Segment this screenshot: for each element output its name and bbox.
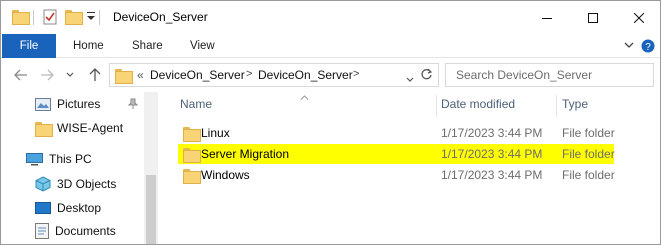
column-divider[interactable] bbox=[556, 95, 557, 117]
new-folder-icon[interactable] bbox=[65, 9, 83, 25]
breadcrumb-separator[interactable]: > bbox=[353, 68, 359, 80]
file-name: Windows bbox=[201, 168, 250, 182]
file-date: 1/17/2023 3:44 PM bbox=[441, 168, 543, 182]
properties-icon[interactable] bbox=[43, 9, 57, 25]
minimize-icon bbox=[542, 17, 552, 19]
file-list: Name Date modified Type Linux 1/17/2023 … bbox=[158, 89, 660, 244]
folder-icon bbox=[115, 69, 133, 85]
sort-ascending-icon bbox=[300, 89, 309, 103]
divider bbox=[99, 10, 100, 25]
column-header-date-modified[interactable]: Date modified bbox=[441, 97, 515, 111]
scrollbar-thumb[interactable] bbox=[146, 175, 156, 244]
file-name: Server Migration bbox=[201, 147, 290, 161]
help-icon[interactable]: ? bbox=[641, 39, 655, 56]
nav-item-label: WISE-Agent bbox=[57, 121, 124, 135]
file-type: File folder bbox=[562, 147, 615, 161]
ribbon: File Home Share View ? bbox=[1, 34, 660, 58]
file-date: 1/17/2023 3:44 PM bbox=[441, 126, 543, 140]
navigation-bar: « DeviceOn_Server > DeviceOn_Server > bbox=[1, 58, 660, 92]
close-button[interactable] bbox=[616, 1, 660, 34]
nav-item-label: Documents bbox=[55, 224, 116, 238]
breadcrumb-item[interactable]: DeviceOn_Server bbox=[150, 68, 245, 82]
address-bar[interactable]: « DeviceOn_Server > DeviceOn_Server > bbox=[109, 63, 439, 87]
breadcrumb-separator[interactable]: > bbox=[246, 68, 252, 80]
chevron-down-icon bbox=[66, 72, 74, 77]
tab-home[interactable]: Home bbox=[73, 34, 104, 58]
nav-item-wise-agent[interactable]: WISE-Agent bbox=[35, 117, 123, 139]
nav-item-pictures[interactable]: Pictures bbox=[35, 93, 100, 115]
svg-text:?: ? bbox=[645, 42, 651, 53]
expand-ribbon-icon[interactable] bbox=[623, 39, 635, 54]
nav-item-label: Desktop bbox=[57, 201, 102, 215]
file-row-linux[interactable]: Linux 1/17/2023 3:44 PM File folder bbox=[178, 123, 615, 143]
nav-item-label: 3D Objects bbox=[57, 177, 117, 191]
folder-icon bbox=[183, 169, 201, 185]
file-name: Linux bbox=[201, 126, 230, 140]
folder-icon bbox=[183, 148, 201, 164]
minimize-button[interactable] bbox=[524, 1, 570, 34]
pictures-icon bbox=[35, 97, 51, 111]
back-arrow-icon bbox=[14, 69, 27, 81]
maximize-icon bbox=[588, 12, 598, 23]
title-bar: DeviceOn_Server bbox=[1, 1, 660, 34]
recent-locations-button[interactable] bbox=[62, 67, 78, 83]
tab-view[interactable]: View bbox=[190, 34, 215, 58]
desktop-icon bbox=[35, 202, 51, 214]
forward-arrow-icon bbox=[41, 69, 54, 81]
search-input[interactable] bbox=[456, 67, 646, 83]
column-header-type[interactable]: Type bbox=[562, 97, 588, 111]
refresh-icon[interactable] bbox=[420, 68, 433, 84]
file-type: File folder bbox=[562, 168, 615, 182]
documents-icon bbox=[35, 223, 49, 239]
nav-item-desktop[interactable]: Desktop bbox=[35, 197, 101, 219]
pin-icon[interactable] bbox=[127, 98, 139, 112]
nav-item-label: Pictures bbox=[57, 97, 101, 111]
divider bbox=[33, 10, 34, 25]
column-divider[interactable] bbox=[436, 95, 437, 117]
column-header-name[interactable]: Name bbox=[180, 97, 212, 111]
nav-item-documents[interactable]: Documents bbox=[35, 220, 116, 242]
file-type: File folder bbox=[562, 126, 615, 140]
breadcrumb-item[interactable]: DeviceOn_Server bbox=[258, 68, 353, 82]
nav-item-3d-objects[interactable]: 3D Objects bbox=[35, 173, 116, 195]
navigation-pane: Pictures WISE-Agent This PC 3D Objects D… bbox=[1, 92, 158, 244]
search-box[interactable] bbox=[445, 63, 654, 87]
customize-quick-access-icon[interactable] bbox=[87, 10, 95, 26]
nav-item-label: This PC bbox=[49, 152, 92, 166]
computer-icon bbox=[26, 152, 43, 165]
address-dropdown-icon[interactable] bbox=[406, 72, 414, 86]
3d-objects-icon bbox=[35, 176, 51, 192]
file-row-windows[interactable]: Windows 1/17/2023 3:44 PM File folder bbox=[178, 165, 615, 185]
address-overflow[interactable]: « bbox=[137, 68, 144, 82]
tab-file[interactable]: File bbox=[2, 34, 56, 58]
close-icon bbox=[634, 12, 644, 23]
explorer-window: DeviceOn_Server File Home Share View ? «… bbox=[0, 0, 661, 245]
file-row-server-migration[interactable]: Server Migration 1/17/2023 3:44 PM File … bbox=[178, 144, 615, 164]
maximize-button[interactable] bbox=[570, 1, 616, 34]
tab-share[interactable]: Share bbox=[132, 34, 163, 58]
nav-item-this-pc[interactable]: This PC bbox=[26, 148, 92, 170]
up-button[interactable] bbox=[87, 67, 103, 83]
folder-icon bbox=[12, 9, 30, 25]
window-title: DeviceOn_Server bbox=[113, 10, 208, 24]
up-arrow-icon bbox=[89, 68, 101, 81]
forward-button[interactable] bbox=[39, 67, 55, 83]
file-date: 1/17/2023 3:44 PM bbox=[441, 147, 543, 161]
back-button[interactable] bbox=[13, 67, 29, 83]
folder-icon bbox=[183, 127, 201, 143]
folder-icon bbox=[35, 121, 53, 137]
